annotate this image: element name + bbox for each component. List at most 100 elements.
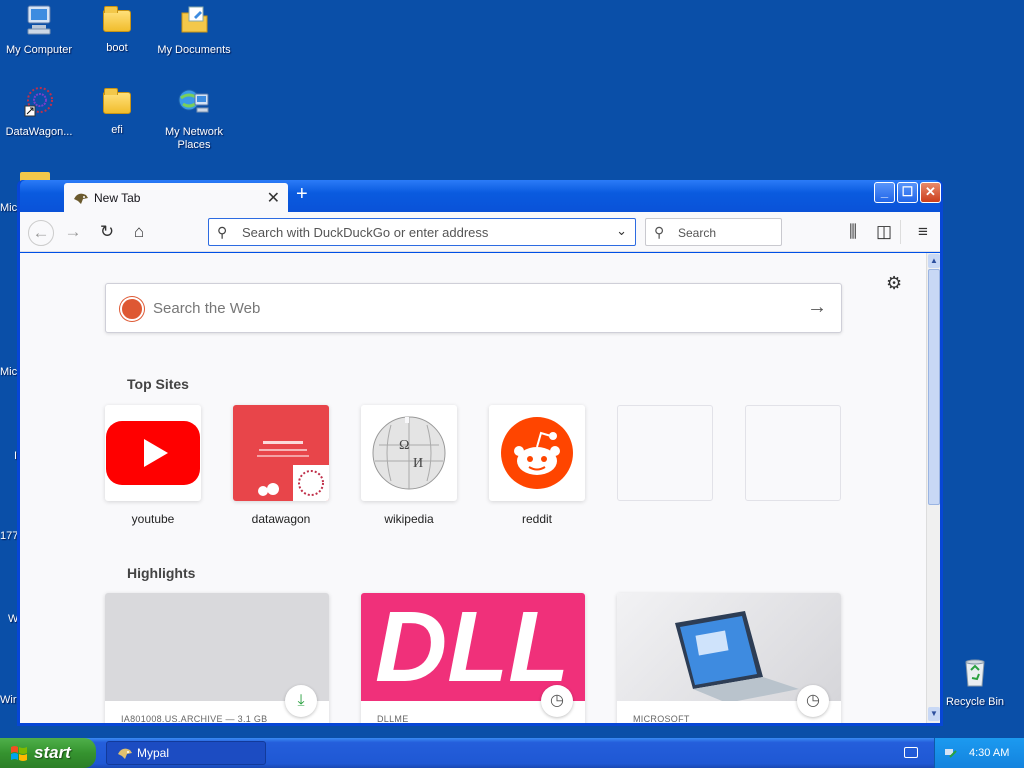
- top-site-label: wikipedia: [384, 512, 434, 526]
- desktop-icon-my-computer[interactable]: My Computer: [0, 4, 78, 57]
- top-site-label: reddit: [521, 512, 553, 526]
- nav-toolbar: ← → ↻ ⌂ ⚲ Search with DuckDuckGo or ente…: [20, 212, 940, 252]
- scroll-up-arrow-icon[interactable]: ▲: [928, 254, 940, 268]
- mypal-favicon-icon: [118, 748, 132, 759]
- taskbar-button-label: Mypal: [137, 746, 170, 760]
- wikipedia-globe-icon: ΩИ: [372, 416, 446, 490]
- maximize-button[interactable]: ☐: [897, 182, 918, 203]
- top-site-reddit[interactable]: reddit: [489, 405, 585, 526]
- web-search-placeholder: Search the Web: [153, 300, 261, 317]
- clock-icon[interactable]: ◷: [541, 685, 573, 717]
- desktop-icon-efi[interactable]: efi: [78, 86, 156, 137]
- download-icon[interactable]: ⤓: [285, 685, 317, 717]
- forward-arrow-icon[interactable]: →: [62, 221, 84, 243]
- highlight-source: IA801008.US.ARCHIVE — 3.1 GB: [121, 714, 268, 723]
- highlights-heading: Highlights: [127, 565, 196, 581]
- back-arrow-icon[interactable]: ←: [28, 220, 54, 246]
- clock-icon[interactable]: ◷: [797, 685, 829, 717]
- top-site-empty-slot[interactable]: [745, 405, 841, 512]
- window-titlebar[interactable]: New Tab ✕ + _ ☐ ✕: [20, 180, 941, 213]
- desktop-icon-my-documents[interactable]: My Documents: [155, 4, 233, 57]
- youtube-icon: [106, 421, 200, 485]
- browser-window: New Tab ✕ + _ ☐ ✕ ← → ↻ ⌂ ⚲ Search with …: [17, 180, 943, 726]
- taskbar-button-mypal[interactable]: Mypal: [106, 741, 266, 765]
- gear-icon[interactable]: ⚙: [886, 273, 902, 294]
- highlight-source: MICROSOFT: [633, 714, 690, 723]
- search-box[interactable]: ⚲ Search: [645, 218, 782, 246]
- close-window-button[interactable]: ✕: [920, 182, 941, 203]
- desktop-icon-datawagon[interactable]: DataWagon...: [0, 86, 78, 139]
- desktop-icon-label: boot: [106, 42, 128, 54]
- toolbar-divider: [900, 220, 901, 244]
- tab-close-icon[interactable]: ✕: [267, 188, 280, 208]
- partial-desktop-label: Mic: [0, 366, 18, 378]
- my-documents-icon: [181, 6, 208, 33]
- reddit-icon: [501, 417, 573, 489]
- highlight-card-microsoft[interactable]: ◷ MICROSOFT: [617, 593, 841, 723]
- recycle-bin-icon: [965, 659, 985, 687]
- taskbar: start Mypal 4:30 AM: [0, 738, 1024, 768]
- desktop-icon-label: My Computer: [5, 44, 73, 56]
- empty-tile: [617, 405, 713, 501]
- home-icon[interactable]: ⌂: [128, 221, 150, 243]
- my-computer-icon: [27, 5, 51, 35]
- reload-icon[interactable]: ↻: [96, 221, 118, 243]
- network-places-icon: [178, 89, 209, 113]
- start-label: start: [34, 743, 71, 762]
- library-icon[interactable]: ⫼: [842, 221, 864, 243]
- folder-icon: [103, 88, 131, 114]
- svg-text:И: И: [413, 456, 423, 471]
- top-site-tile: [489, 405, 585, 501]
- arrow-right-icon[interactable]: →: [807, 296, 827, 319]
- empty-tile: [745, 405, 841, 501]
- top-site-empty-slot[interactable]: [617, 405, 713, 512]
- top-site-label: youtube: [131, 512, 175, 526]
- start-button[interactable]: start: [0, 738, 96, 768]
- top-site-wikipedia[interactable]: ΩИ wikipedia: [361, 405, 457, 526]
- desktop-icon-label: Recycle Bin: [945, 696, 1005, 708]
- sidebar-toggle-icon[interactable]: ◫: [873, 221, 895, 243]
- partial-desktop-label: 177: [0, 530, 19, 542]
- scrollbar-thumb[interactable]: [928, 269, 940, 505]
- top-site-tile: [105, 405, 201, 501]
- search-box-placeholder: Search: [678, 226, 717, 240]
- desktop-icon-my-network-places[interactable]: My Network Places: [155, 86, 233, 152]
- address-bar-placeholder: Search with DuckDuckGo or enter address: [242, 225, 489, 240]
- new-tab-plus-icon[interactable]: +: [296, 183, 308, 206]
- desktop-icon-label: efi: [111, 124, 123, 136]
- top-sites-heading: Top Sites: [127, 376, 189, 392]
- desktop-icon-label: My Network Places: [164, 126, 224, 151]
- top-site-label: datawagon: [251, 512, 311, 526]
- partial-desktop-label: Wir: [0, 694, 17, 706]
- folder-icon: [103, 6, 131, 32]
- scroll-down-arrow-icon[interactable]: ▼: [928, 707, 940, 721]
- top-site-youtube[interactable]: youtube: [105, 405, 201, 526]
- system-tray: 4:30 AM: [934, 738, 1024, 768]
- highlight-source: DLLME: [377, 714, 409, 723]
- partial-desktop-label: Mic: [0, 202, 18, 214]
- desktop-icon-boot[interactable]: boot: [78, 4, 156, 55]
- duckduckgo-icon: [120, 297, 144, 321]
- chevron-down-icon[interactable]: ⌄: [616, 223, 627, 239]
- minimize-button[interactable]: _: [874, 182, 895, 203]
- clock[interactable]: 4:30 AM: [969, 738, 1009, 768]
- highlight-card-archive[interactable]: ⤓ IA801008.US.ARCHIVE — 3.1 GB: [105, 593, 329, 723]
- mypal-favicon-icon: [74, 193, 88, 204]
- top-site-datawagon[interactable]: datawagon: [233, 405, 329, 526]
- vertical-scrollbar[interactable]: ▲ ▼: [926, 253, 940, 723]
- tab-title: New Tab: [94, 191, 141, 205]
- windows-flag-icon: [11, 746, 27, 761]
- tab-new-tab[interactable]: New Tab ✕: [64, 183, 288, 213]
- svg-text:Ω: Ω: [399, 438, 409, 453]
- top-site-tile: [233, 405, 329, 501]
- web-search-box[interactable]: Search the Web →: [105, 283, 842, 333]
- keyboard-icon[interactable]: [904, 747, 918, 758]
- network-tray-icon[interactable]: [944, 746, 958, 760]
- highlight-card-dllme[interactable]: DLL ◷ DLLME: [361, 593, 585, 723]
- address-bar[interactable]: ⚲ Search with DuckDuckGo or enter addres…: [208, 218, 636, 246]
- desktop-icon-recycle-bin[interactable]: Recycle Bin: [936, 656, 1014, 709]
- hamburger-menu-icon[interactable]: ≡: [912, 221, 934, 243]
- dll-logo-text: DLL: [375, 593, 570, 703]
- search-icon: ⚲: [217, 224, 228, 240]
- search-icon: ⚲: [654, 224, 665, 240]
